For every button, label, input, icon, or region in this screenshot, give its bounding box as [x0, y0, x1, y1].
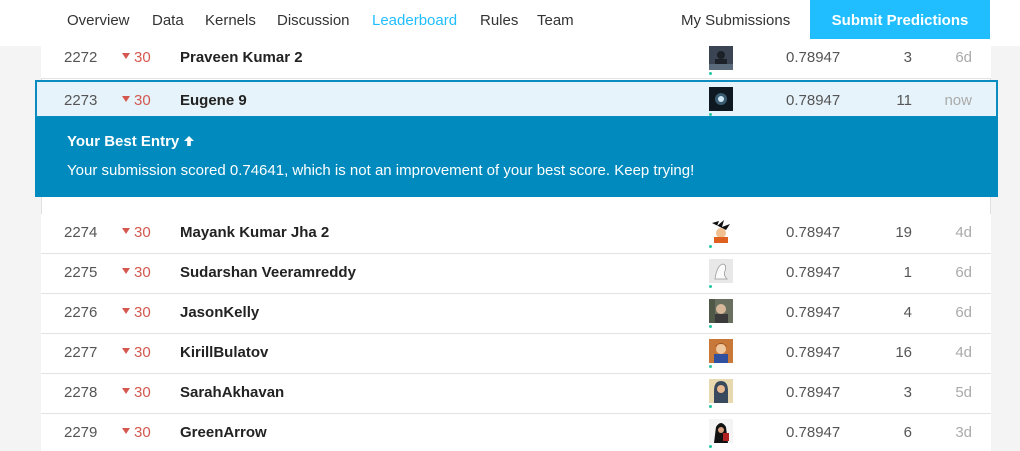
score: 0.78947: [786, 344, 841, 361]
last-submission: 4d: [955, 344, 972, 361]
leaderboard-row[interactable]: 2278 30 SarahAkhavan 0.78947 3 5d: [41, 374, 991, 414]
team-avatar-icon[interactable]: [709, 259, 733, 288]
leaderboard-row[interactable]: 2274 30 Mayank Kumar Jha 2 0.78947 19 4d: [41, 214, 991, 254]
entries-count: 11: [896, 92, 912, 109]
down-arrow-icon: [122, 428, 130, 435]
leaderboard-row[interactable]: 2279 30 GreenArrow 0.78947 6 3d: [41, 414, 991, 451]
score: 0.78947: [786, 49, 841, 66]
team-name[interactable]: SarahAkhavan: [180, 374, 284, 412]
rank: 2275: [64, 264, 98, 281]
online-status-dot: [709, 325, 712, 328]
team-name[interactable]: Eugene 9: [180, 82, 247, 120]
last-submission: 6d: [955, 304, 972, 321]
rank-change: 30: [122, 334, 151, 372]
team-name[interactable]: KirillBulatov: [180, 334, 268, 372]
down-arrow-icon: [122, 308, 130, 315]
best-entry-banner: Your Best Entry Your submission scored 0…: [35, 117, 998, 197]
team-name[interactable]: GreenArrow: [180, 414, 267, 451]
banner-message: Your submission scored 0.74641, which is…: [67, 162, 695, 179]
last-submission: 6d: [955, 264, 972, 281]
down-arrow-icon: [122, 388, 130, 395]
entries-count: 3: [903, 49, 912, 66]
leaderboard-row[interactable]: 2277 30 KirillBulatov 0.78947 16 4d: [41, 334, 991, 374]
banner-title: Your Best Entry: [67, 133, 195, 150]
online-status-dot: [709, 245, 712, 248]
entries-count: 6: [903, 424, 912, 441]
last-submission: 5d: [955, 384, 972, 401]
online-status-dot: [709, 285, 712, 288]
online-status-dot: [709, 113, 712, 116]
entries-count: 16: [895, 344, 912, 361]
team-avatar-icon[interactable]: [709, 46, 733, 75]
score: 0.78947: [786, 384, 841, 401]
score: 0.78947: [786, 424, 841, 441]
last-submission: 3d: [955, 424, 972, 441]
entries-count: 19: [895, 224, 912, 241]
rank-change: 30: [122, 39, 151, 77]
team-avatar-icon[interactable]: [709, 419, 733, 448]
team-name[interactable]: Praveen Kumar 2: [180, 39, 303, 77]
last-submission: now: [944, 92, 972, 109]
online-status-dot: [709, 445, 712, 448]
down-arrow-icon: [122, 53, 130, 60]
rank: 2279: [64, 424, 98, 441]
rank: 2272: [64, 49, 98, 66]
entries-count: 1: [903, 264, 912, 281]
rank: 2276: [64, 304, 98, 321]
online-status-dot: [709, 405, 712, 408]
team-avatar-icon[interactable]: [709, 219, 733, 248]
online-status-dot: [709, 72, 712, 75]
down-arrow-icon: [122, 268, 130, 275]
rank-change: 30: [122, 414, 151, 451]
last-submission: 4d: [955, 224, 972, 241]
your-team-row[interactable]: 2273 30 Eugene 9 0.78947 11 now: [35, 80, 998, 118]
arrow-up-icon: [183, 133, 195, 150]
rank: 2277: [64, 344, 98, 361]
leaderboard-row[interactable]: 2276 30 JasonKelly 0.78947 4 6d: [41, 294, 991, 334]
entries-count: 3: [903, 384, 912, 401]
team-avatar-icon[interactable]: [709, 339, 733, 368]
score: 0.78947: [786, 224, 841, 241]
rank: 2273: [64, 92, 98, 109]
team-name[interactable]: Sudarshan Veeramreddy: [180, 254, 356, 292]
team-name[interactable]: Mayank Kumar Jha 2: [180, 214, 329, 252]
team-name[interactable]: JasonKelly: [180, 294, 259, 332]
entries-count: 4: [903, 304, 912, 321]
leaderboard-row[interactable]: 2272 30 Praveen Kumar 2 0.78947 3 6d: [41, 39, 991, 79]
last-submission: 6d: [955, 49, 972, 66]
team-avatar-icon[interactable]: [709, 87, 733, 116]
down-arrow-icon: [122, 348, 130, 355]
down-arrow-icon: [122, 228, 130, 235]
leaderboard-row[interactable]: 2275 30 Sudarshan Veeramreddy 0.78947 1 …: [41, 254, 991, 294]
rank-change: 30: [122, 82, 151, 120]
team-avatar-icon[interactable]: [709, 379, 733, 408]
score: 0.78947: [786, 92, 841, 109]
rank-change: 30: [122, 254, 151, 292]
score: 0.78947: [786, 304, 841, 321]
rank: 2278: [64, 384, 98, 401]
rank-change: 30: [122, 374, 151, 412]
team-avatar-icon[interactable]: [709, 299, 733, 328]
online-status-dot: [709, 365, 712, 368]
rank: 2274: [64, 224, 98, 241]
rank-change: 30: [122, 214, 151, 252]
score: 0.78947: [786, 264, 841, 281]
down-arrow-icon: [122, 96, 130, 103]
rank-change: 30: [122, 294, 151, 332]
